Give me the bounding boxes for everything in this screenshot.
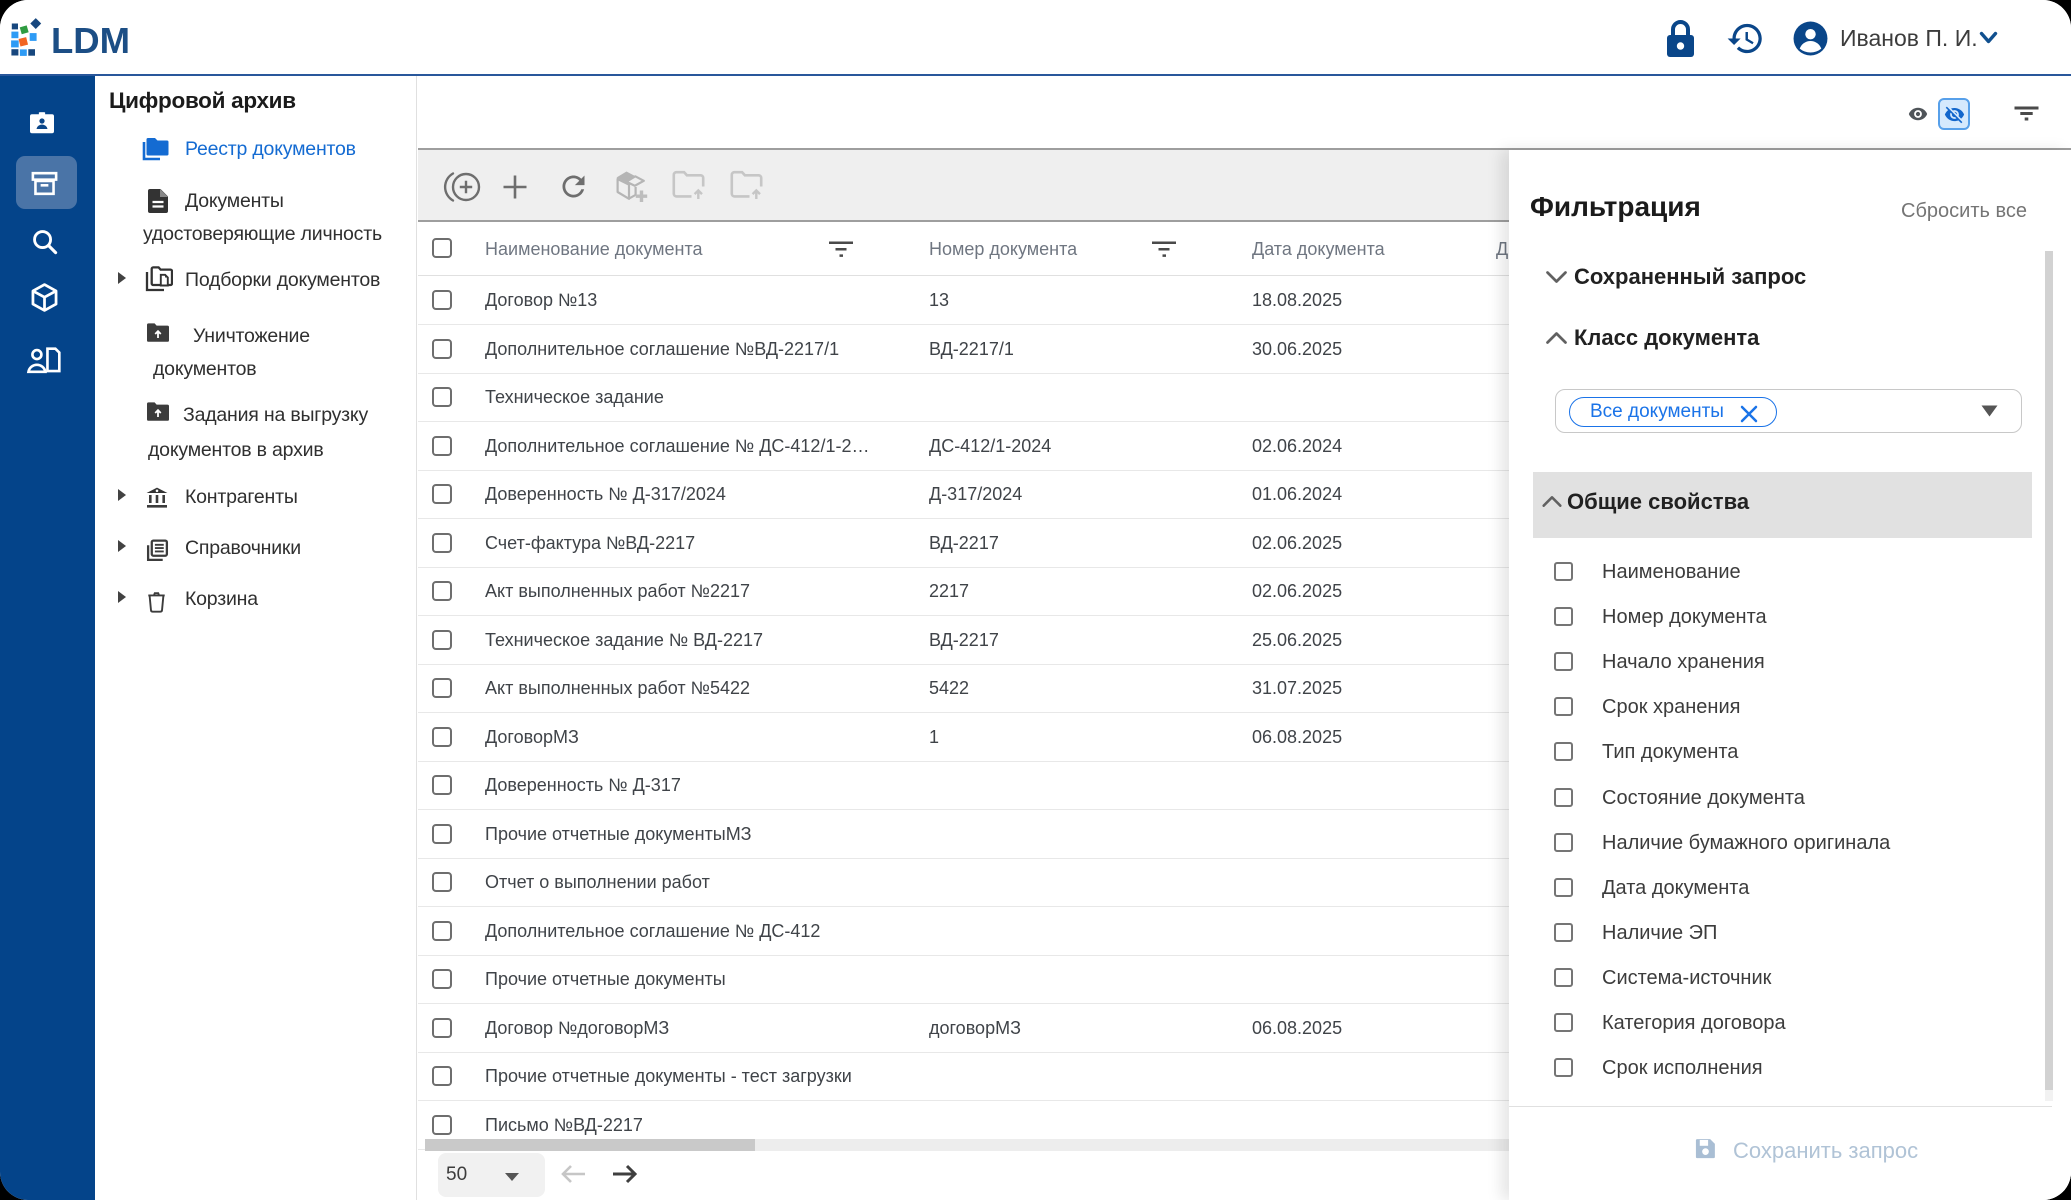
svg-text:LDM: LDM	[51, 20, 130, 59]
